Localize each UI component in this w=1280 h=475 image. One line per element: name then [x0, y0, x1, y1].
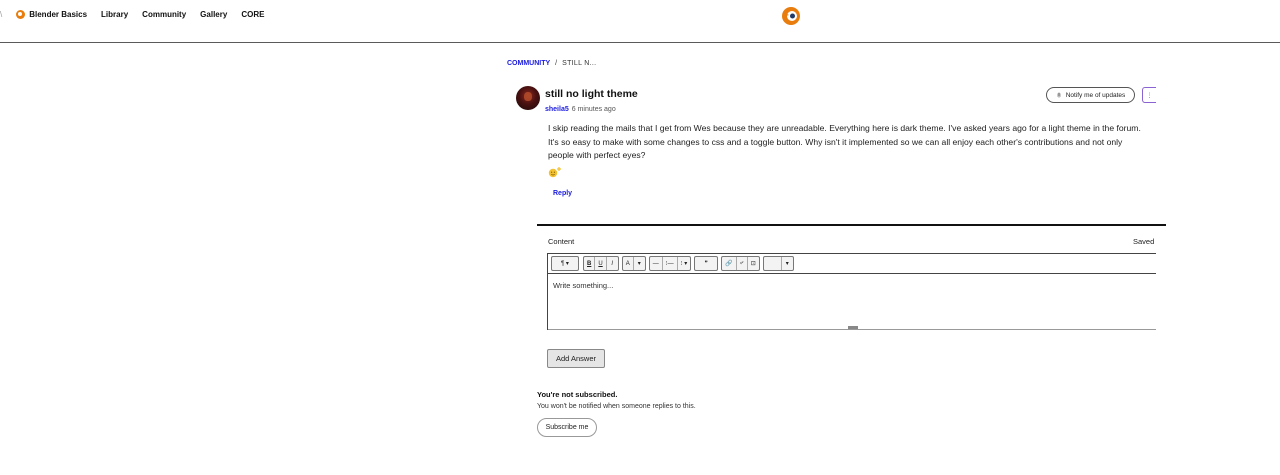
reply-link[interactable]: Reply [553, 190, 572, 197]
nav-link-community[interactable]: Community [142, 10, 186, 19]
insert-dropdown-blank[interactable] [764, 257, 782, 270]
post-meta: sheila5 6 minutes ago [545, 106, 616, 113]
paragraph-style-group: ¶ ▾ [551, 256, 579, 271]
insert-dropdown-group: ▾ [762, 256, 794, 271]
post-body: I skip reading the mails that I get from… [548, 123, 1141, 160]
more-options-icon: ⋮ [1146, 92, 1153, 99]
embed-button[interactable]: ⊡ [748, 257, 759, 270]
quote-group: ❞ [694, 256, 719, 271]
notify-button[interactable]: Notify me of updates [1046, 87, 1135, 103]
breadcrumb-community-link[interactable]: COMMUNITY [507, 60, 550, 67]
add-reaction-icon[interactable] [548, 166, 562, 178]
undo-button[interactable]: ⤶ [737, 257, 748, 270]
underline-button[interactable]: U [595, 257, 607, 270]
nav-link-gallery[interactable]: Gallery [200, 10, 227, 19]
editor-divider [537, 224, 1166, 226]
list-group: — ⁝— ⁝ ▾ [648, 256, 692, 271]
quote-button[interactable]: ❞ [695, 257, 717, 270]
link-button[interactable]: 🔗 [722, 257, 737, 270]
breadcrumb-current: STILL N... [562, 60, 597, 67]
paragraph-style-dropdown[interactable]: ¶ ▾ [552, 257, 578, 270]
post-time: 6 minutes ago [571, 106, 616, 113]
notify-label: Notify me of updates [1065, 91, 1126, 99]
brand-label: Blender Basics [29, 10, 88, 19]
ordered-list-dropdown[interactable]: ⁝ ▾ [678, 257, 691, 270]
subscription-title: You're not subscribed. [537, 390, 618, 399]
nav-link-library[interactable]: Library [101, 10, 128, 19]
horizontal-rule-button[interactable]: — [650, 257, 663, 270]
blender-logo-icon [16, 10, 26, 19]
author-avatar[interactable] [516, 86, 540, 110]
breadcrumb: COMMUNITY / STILL N... [507, 60, 596, 67]
bell-icon [1056, 92, 1061, 98]
bold-button[interactable]: B [584, 257, 596, 270]
content-label: Content [548, 237, 575, 246]
insert-group: 🔗 ⤶ ⊡ [721, 256, 760, 271]
nav-link-core[interactable]: CORE [241, 10, 264, 19]
edge-mark: \ [0, 10, 3, 19]
italic-button[interactable]: I [607, 257, 618, 270]
brand-link[interactable]: Blender Basics [16, 10, 87, 19]
more-options-button[interactable]: ⋮ [1142, 87, 1156, 103]
nav-links: \ Blender Basics Library Community Galle… [0, 10, 278, 19]
add-answer-button[interactable]: Add Answer [547, 349, 605, 368]
text-color-button[interactable]: A [623, 257, 634, 270]
site-logo-icon[interactable] [781, 6, 801, 26]
breadcrumb-separator: / [555, 60, 558, 67]
editor-toolbar: ¶ ▾ B U I A ▾ — ⁝— ⁝ ▾ ❞ 🔗 ⤶ ⊡ ▾ [548, 254, 1156, 274]
insert-dropdown-button[interactable]: ▾ [782, 257, 793, 270]
text-color-dropdown[interactable]: ▾ [634, 257, 645, 270]
subscribe-button[interactable]: Subscribe me [537, 418, 597, 437]
rich-text-editor: ¶ ▾ B U I A ▾ — ⁝— ⁝ ▾ ❞ 🔗 ⤶ ⊡ ▾ Write s… [547, 253, 1156, 330]
editor-input[interactable]: Write something... [553, 281, 613, 290]
save-status: Saved [1133, 237, 1155, 246]
bullet-list-button[interactable]: ⁝— [663, 257, 678, 270]
text-color-group: A ▾ [621, 256, 646, 271]
text-format-group: B U I [583, 256, 619, 271]
author-link[interactable]: sheila5 [545, 106, 569, 113]
editor-bottom-border [548, 329, 1156, 330]
subscription-description: You won't be notified when someone repli… [537, 403, 696, 410]
top-navigation-bar: \ Blender Basics Library Community Galle… [0, 0, 1280, 43]
post-title: still no light theme [545, 88, 638, 100]
